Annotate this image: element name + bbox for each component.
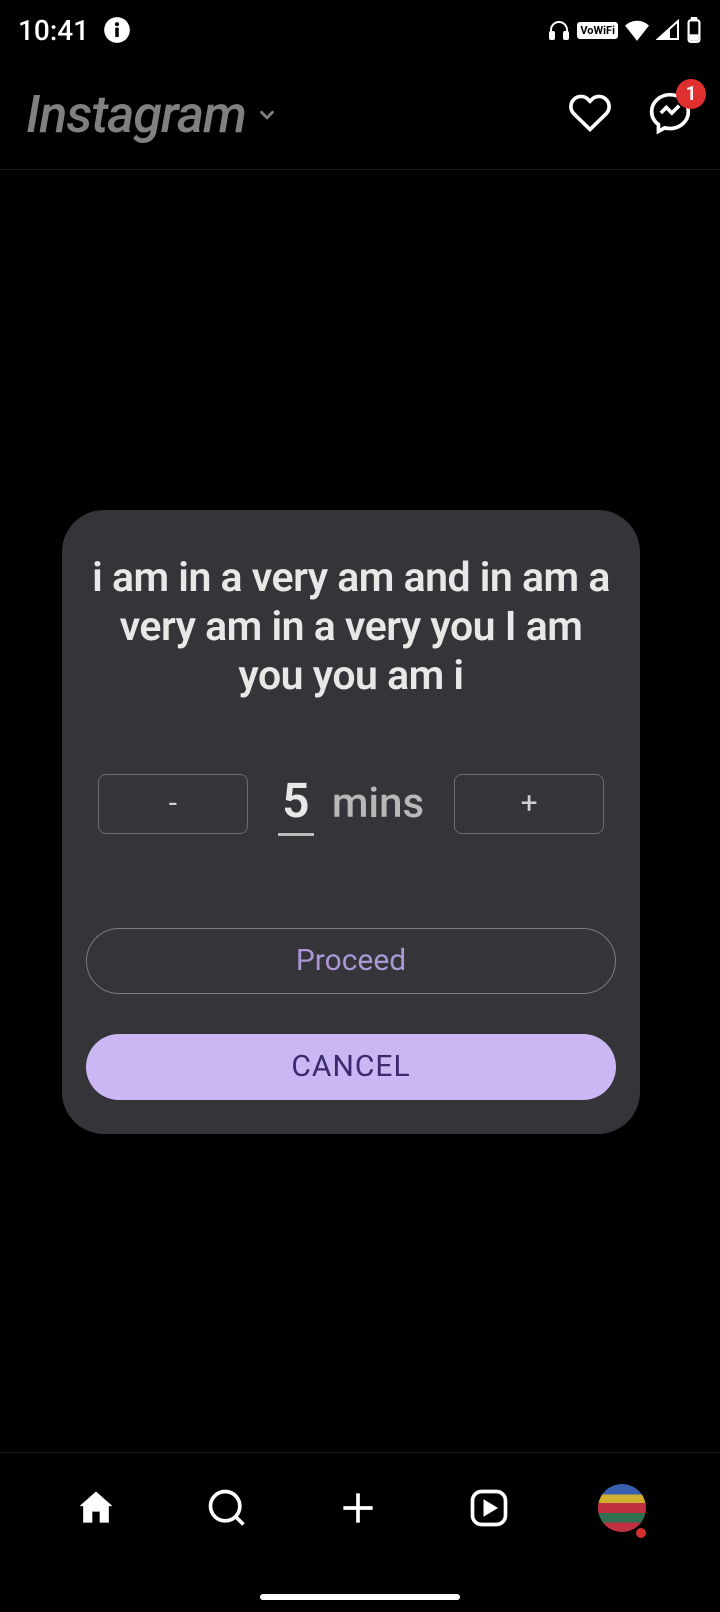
status-left: 10:41 (18, 14, 131, 47)
logo-dropdown[interactable]: Instagram (26, 84, 278, 145)
activity-button[interactable] (568, 91, 612, 139)
nav-search[interactable] (205, 1486, 249, 1530)
cancel-button[interactable]: CANCEL (86, 1034, 616, 1100)
battery-icon (686, 17, 702, 43)
headphones-icon (547, 18, 571, 42)
signal-icon (656, 19, 680, 41)
avatar (598, 1484, 646, 1532)
reels-icon (467, 1486, 511, 1530)
plus-icon (336, 1486, 380, 1530)
heart-icon (568, 91, 612, 135)
duration-unit: mins (332, 779, 424, 828)
search-icon (205, 1486, 249, 1530)
messenger-button[interactable]: 1 (648, 91, 692, 139)
nav-home[interactable] (74, 1486, 118, 1530)
info-icon (103, 16, 131, 44)
wifi-icon (624, 19, 650, 41)
vowifi-badge: VoWiFi (577, 22, 618, 39)
chevron-down-icon (256, 104, 278, 126)
logo-text: Instagram (26, 84, 246, 145)
timer-dialog: i am in a very am and in am a very am in… (62, 510, 640, 1134)
home-icon (74, 1486, 118, 1530)
duration-display: 5 mins (278, 772, 424, 836)
decrement-button[interactable]: - (98, 774, 248, 834)
app-header: Instagram 1 (0, 60, 720, 170)
nav-profile[interactable] (598, 1484, 646, 1532)
bottom-nav (0, 1452, 720, 1612)
status-time: 10:41 (18, 14, 89, 47)
status-right: VoWiFi (547, 17, 702, 43)
nav-reels[interactable] (467, 1486, 511, 1530)
duration-stepper: - 5 mins + (84, 772, 618, 836)
proceed-button[interactable]: Proceed (86, 928, 616, 994)
status-bar: 10:41 VoWiFi (0, 0, 720, 60)
dialog-title: i am in a very am and in am a very am in… (84, 554, 618, 702)
nav-create[interactable] (336, 1486, 380, 1530)
increment-button[interactable]: + (454, 774, 604, 834)
notification-dot (636, 1528, 646, 1538)
duration-value: 5 (278, 772, 314, 836)
messenger-badge: 1 (676, 79, 706, 109)
home-indicator[interactable] (260, 1594, 460, 1600)
